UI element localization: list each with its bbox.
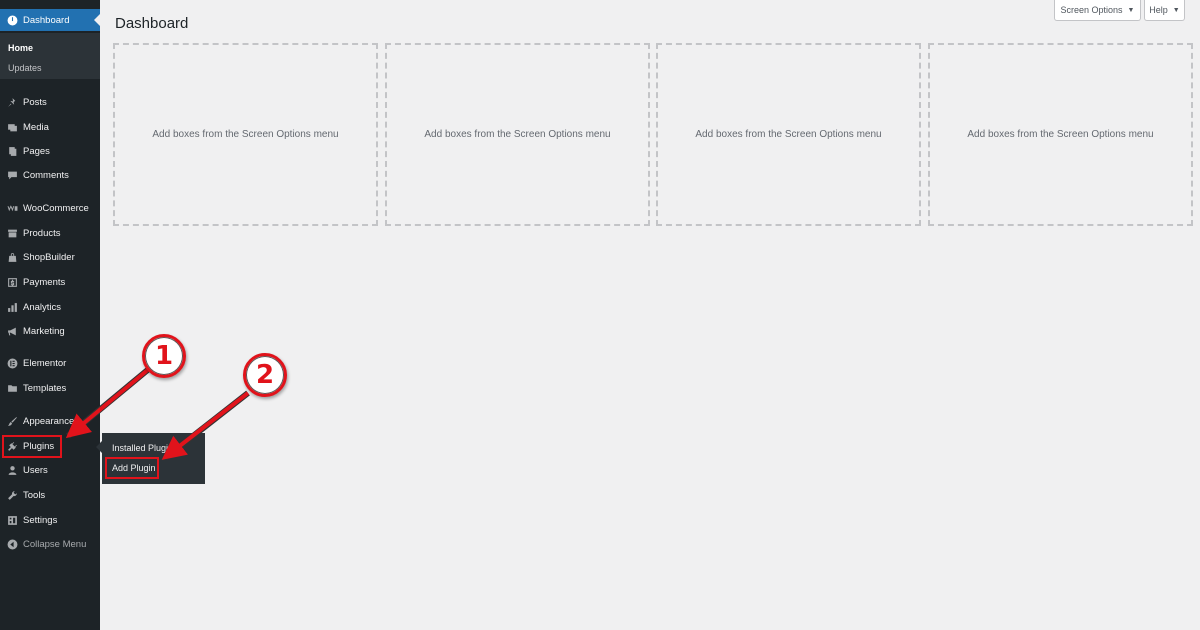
arrow-2 bbox=[161, 391, 250, 460]
annotation-arrows bbox=[65, 365, 250, 461]
callout-step-2: 2 bbox=[243, 353, 287, 397]
callout-step-1: 1 bbox=[142, 334, 186, 378]
arrow-1 bbox=[65, 366, 152, 439]
